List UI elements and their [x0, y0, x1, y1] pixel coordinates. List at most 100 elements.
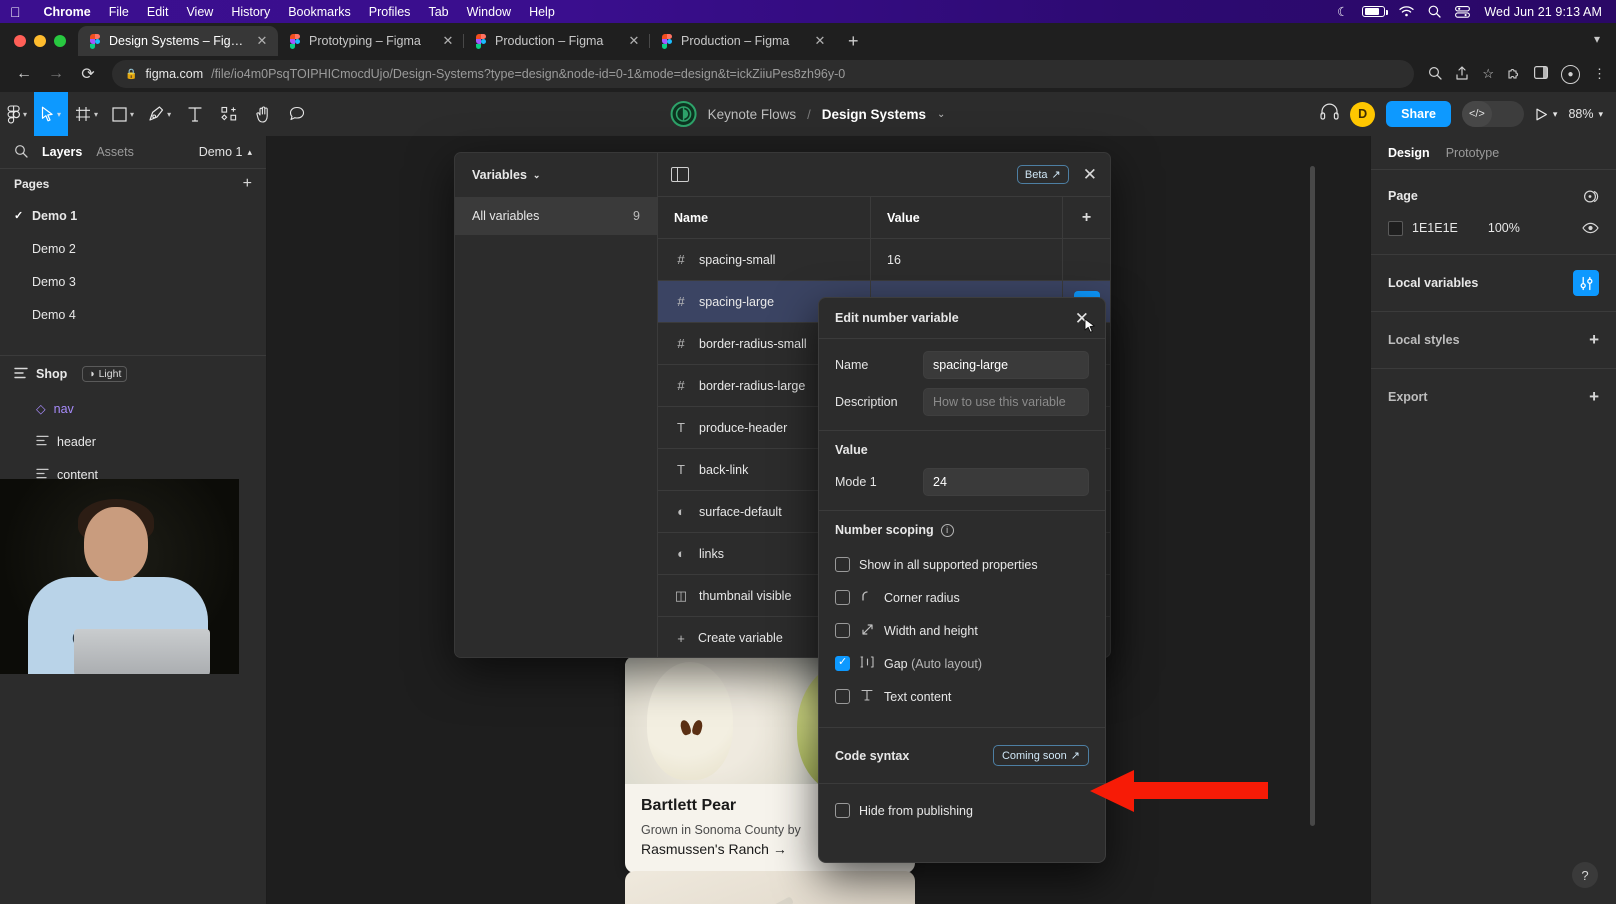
menu-kebab-icon[interactable]: ⋮ [1593, 66, 1606, 82]
info-icon[interactable]: i [940, 523, 954, 537]
apple-icon[interactable]:  [10, 5, 21, 19]
forward-button[interactable]: → [42, 60, 70, 88]
zoom-level-selector[interactable]: 88% ▾ [1568, 107, 1603, 121]
chevron-down-icon[interactable]: ▾ [167, 110, 171, 119]
menu-item-profiles[interactable]: Profiles [360, 5, 420, 19]
battery-icon[interactable] [1362, 6, 1388, 17]
table-row[interactable]: # spacing-small 16 [658, 239, 1110, 281]
text-tool-icon[interactable] [178, 92, 212, 136]
row-action-cell[interactable] [1062, 239, 1110, 280]
address-bar[interactable]: 🔒 figma.com/file/io4m0PsqTOIPHICmocdUjo/… [112, 60, 1415, 88]
browser-tab-1[interactable]: Prototyping – Figma ✕ [278, 26, 464, 56]
new-tab-button[interactable]: + [836, 32, 871, 56]
edit-number-variable-dialog[interactable]: Edit number variable ✕ Name spacing-larg… [818, 297, 1106, 863]
canvas-scrollbar[interactable] [1310, 166, 1315, 826]
avatar[interactable]: D [1350, 101, 1376, 127]
breadcrumb-chevron-down-icon[interactable]: ⌄ [937, 109, 945, 120]
checkbox[interactable] [835, 655, 850, 671]
back-button[interactable]: ← [10, 60, 38, 88]
page-color-opacity[interactable]: 100% [1488, 221, 1520, 235]
page-item-demo-4[interactable]: Demo 4 [0, 298, 266, 331]
zoom-icon[interactable] [1428, 66, 1442, 83]
tab-close-icon[interactable]: ✕ [813, 33, 827, 49]
eye-icon[interactable] [1582, 222, 1599, 234]
variable-value-cell[interactable]: 16 [870, 239, 1062, 280]
scope-option-show-all[interactable]: Show in all supported properties [835, 548, 1089, 581]
sliders-icon[interactable] [1573, 270, 1599, 296]
extension-puzzle-icon[interactable] [1507, 66, 1521, 83]
checkbox[interactable] [835, 623, 850, 638]
menu-item-view[interactable]: View [177, 5, 222, 19]
present-button[interactable]: ▾ [1535, 108, 1558, 121]
share-icon[interactable] [1455, 65, 1469, 83]
checkbox[interactable] [835, 689, 850, 704]
maximize-window-button[interactable] [54, 35, 66, 47]
tab-design[interactable]: Design [1388, 146, 1430, 160]
page-item-demo-3[interactable]: Demo 3 [0, 265, 266, 298]
variables-modal-title-row[interactable]: Variables ⌄ [455, 153, 657, 197]
page-color-hex[interactable]: 1E1E1E [1412, 221, 1458, 235]
help-button[interactable]: ? [1572, 862, 1598, 888]
tabstrip-chevron-down-icon[interactable]: ▾ [1578, 32, 1616, 56]
mode-value-input[interactable]: 24 [923, 468, 1089, 496]
tab-close-icon[interactable]: ✕ [255, 33, 269, 49]
close-icon[interactable]: ✕ [1083, 166, 1097, 183]
breadcrumb-file[interactable]: Design Systems [822, 107, 926, 122]
tab-layers[interactable]: Layers [42, 145, 82, 159]
collection-all-variables[interactable]: All variables 9 [455, 197, 657, 235]
pen-tool-icon[interactable]: ▾ [141, 92, 178, 136]
menu-item-bookmarks[interactable]: Bookmarks [279, 5, 360, 19]
layer-item-shop[interactable]: Shop ◑ Light [0, 356, 266, 392]
close-window-button[interactable] [14, 35, 26, 47]
scope-option-corner-radius[interactable]: Corner radius [835, 581, 1089, 614]
tab-close-icon[interactable]: ✕ [441, 33, 455, 49]
scope-option-width-height[interactable]: Width and height [835, 614, 1089, 647]
breadcrumb-project[interactable]: Keynote Flows [708, 107, 797, 122]
chevron-down-icon[interactable]: ▾ [1598, 109, 1603, 120]
export-row[interactable]: Export + [1371, 381, 1616, 413]
profile-icon[interactable]: ● [1561, 64, 1580, 84]
move-tool-icon[interactable]: ▾ [34, 92, 69, 136]
color-swatch[interactable] [1388, 220, 1403, 236]
search-icon[interactable] [1428, 5, 1442, 18]
tab-prototype[interactable]: Prototype [1446, 146, 1500, 160]
menu-item-window[interactable]: Window [458, 5, 520, 19]
add-local-style-button[interactable]: + [1589, 330, 1599, 350]
reload-button[interactable]: ⟳ [74, 60, 102, 88]
chevron-down-icon[interactable]: ⌄ [533, 170, 541, 181]
secondary-card[interactable] [625, 871, 915, 904]
control-center-icon[interactable] [1455, 5, 1471, 18]
chevron-down-icon[interactable]: ▾ [94, 110, 98, 119]
mode-badge[interactable]: ◑ Light [82, 366, 128, 382]
description-input[interactable]: How to use this variable [923, 388, 1089, 416]
share-button[interactable]: Share [1386, 101, 1451, 127]
headphones-icon[interactable] [1320, 103, 1339, 125]
menu-item-history[interactable]: History [222, 5, 279, 19]
search-icon[interactable] [14, 144, 28, 161]
tab-close-icon[interactable]: ✕ [627, 33, 641, 49]
hide-from-publishing-row[interactable]: Hide from publishing [835, 794, 1089, 827]
minimize-window-button[interactable] [34, 35, 46, 47]
browser-tab-0[interactable]: Design Systems – Figma ✕ [78, 26, 278, 56]
browser-tab-2[interactable]: Production – Figma ✕ [464, 26, 650, 56]
chevron-down-icon[interactable]: ▾ [130, 110, 134, 119]
figma-menu-icon[interactable]: ▾ [0, 92, 34, 136]
coming-soon-badge[interactable]: Coming soon ↗ [992, 745, 1089, 766]
dev-mode-toggle[interactable]: </> [1461, 101, 1524, 127]
wifi-icon[interactable] [1399, 6, 1415, 17]
chevron-down-icon[interactable]: ▾ [23, 110, 27, 119]
side-panel-icon[interactable] [1534, 66, 1549, 82]
page-style-icon[interactable] [1583, 189, 1599, 204]
variable-name-cell[interactable]: # spacing-small [658, 252, 870, 267]
layer-item-header[interactable]: header [0, 425, 266, 458]
chevron-down-icon[interactable]: ▾ [1553, 109, 1558, 120]
menu-item-edit[interactable]: Edit [138, 5, 178, 19]
checkbox[interactable] [835, 590, 850, 605]
menu-item-help[interactable]: Help [520, 5, 564, 19]
frame-tool-icon[interactable]: ▾ [68, 92, 105, 136]
menu-item-file[interactable]: File [100, 5, 138, 19]
menu-item-chrome[interactable]: Chrome [35, 5, 100, 19]
scope-option-gap[interactable]: Gap (Auto layout) [835, 647, 1089, 680]
menu-item-tab[interactable]: Tab [419, 5, 457, 19]
comment-tool-icon[interactable] [280, 92, 314, 136]
